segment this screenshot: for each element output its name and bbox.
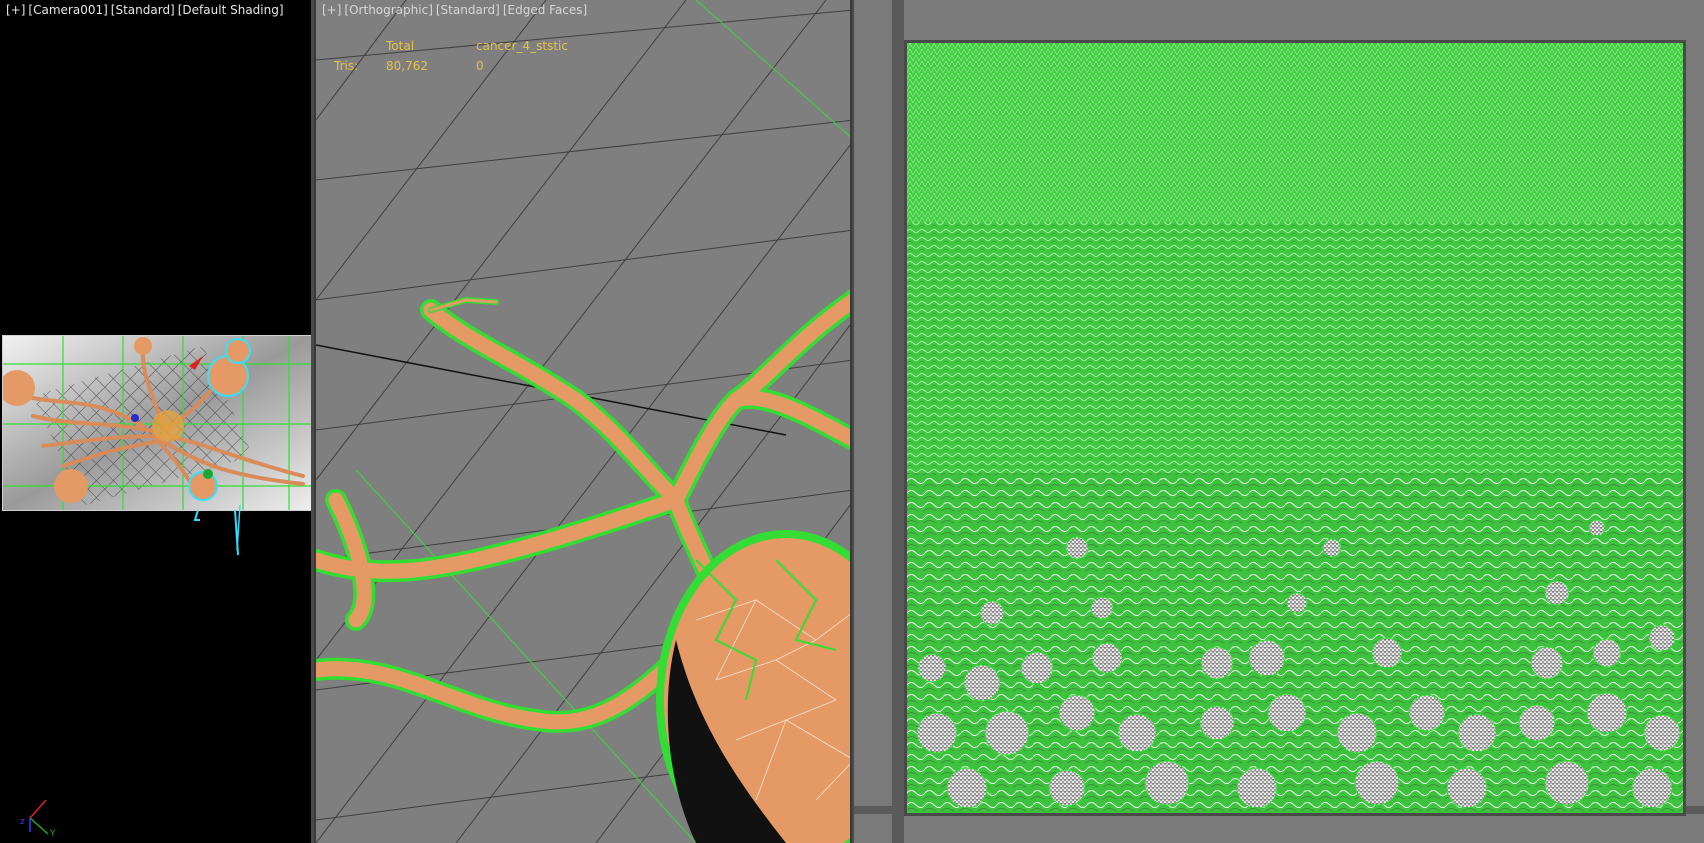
stats-total-header: Total xyxy=(386,39,415,53)
viewport-shading-standard[interactable]: [Standard] xyxy=(436,3,500,17)
statistics-overlay: Total cancer_4_ststic Tris: 80,762 0 xyxy=(334,36,596,76)
stats-tris-label: Tris: xyxy=(334,59,359,73)
stats-tris-total: 80,762 xyxy=(386,59,428,73)
stats-tris-object: 0 xyxy=(476,59,484,73)
viewport-point-of-view[interactable]: [Orthographic] xyxy=(344,3,432,17)
orthographic-viewport[interactable]: [+] [Orthographic] [Standard] [Edged Faces]… xyxy=(314,0,852,843)
camera-scene-preview xyxy=(3,336,311,510)
wireframe-mesh-panel[interactable] xyxy=(904,40,1686,816)
dense-wireframe-mesh xyxy=(907,43,1683,813)
axis-gizmo-icon: z Y xyxy=(20,799,56,838)
orthographic-scene xyxy=(316,0,850,843)
camera-viewport[interactable]: [+] [Camera001] [Standard] [Default Shading… xyxy=(0,0,311,843)
camera-render-preview[interactable] xyxy=(2,335,311,511)
stats-object-header: cancer_4_ststic xyxy=(476,39,568,53)
viewport-point-of-view[interactable]: [Camera001] xyxy=(28,3,107,17)
viewport-menu-plus[interactable]: [+] xyxy=(6,3,25,17)
perspective-viewport[interactable] xyxy=(854,0,1704,843)
frame-left-post xyxy=(892,0,904,843)
ortho-viewport-label[interactable]: [+] [Orthographic] [Standard] [Edged Faces] xyxy=(322,3,590,17)
stats-tris-row: Tris: 80,762 0 xyxy=(334,56,596,76)
svg-text:z: z xyxy=(20,817,25,827)
viewport-display-mode[interactable]: [Default Shading] xyxy=(178,3,284,17)
viewport-display-mode[interactable]: [Edged Faces] xyxy=(503,3,587,17)
stats-header-row: Total cancer_4_ststic xyxy=(334,36,596,56)
viewport-shading-standard[interactable]: [Standard] xyxy=(111,3,175,17)
viewport-menu-plus[interactable]: [+] xyxy=(322,3,341,17)
camera-viewport-label[interactable]: [+] [Camera001] [Standard] [Default Shading… xyxy=(6,3,287,17)
svg-text:Y: Y xyxy=(49,829,56,838)
